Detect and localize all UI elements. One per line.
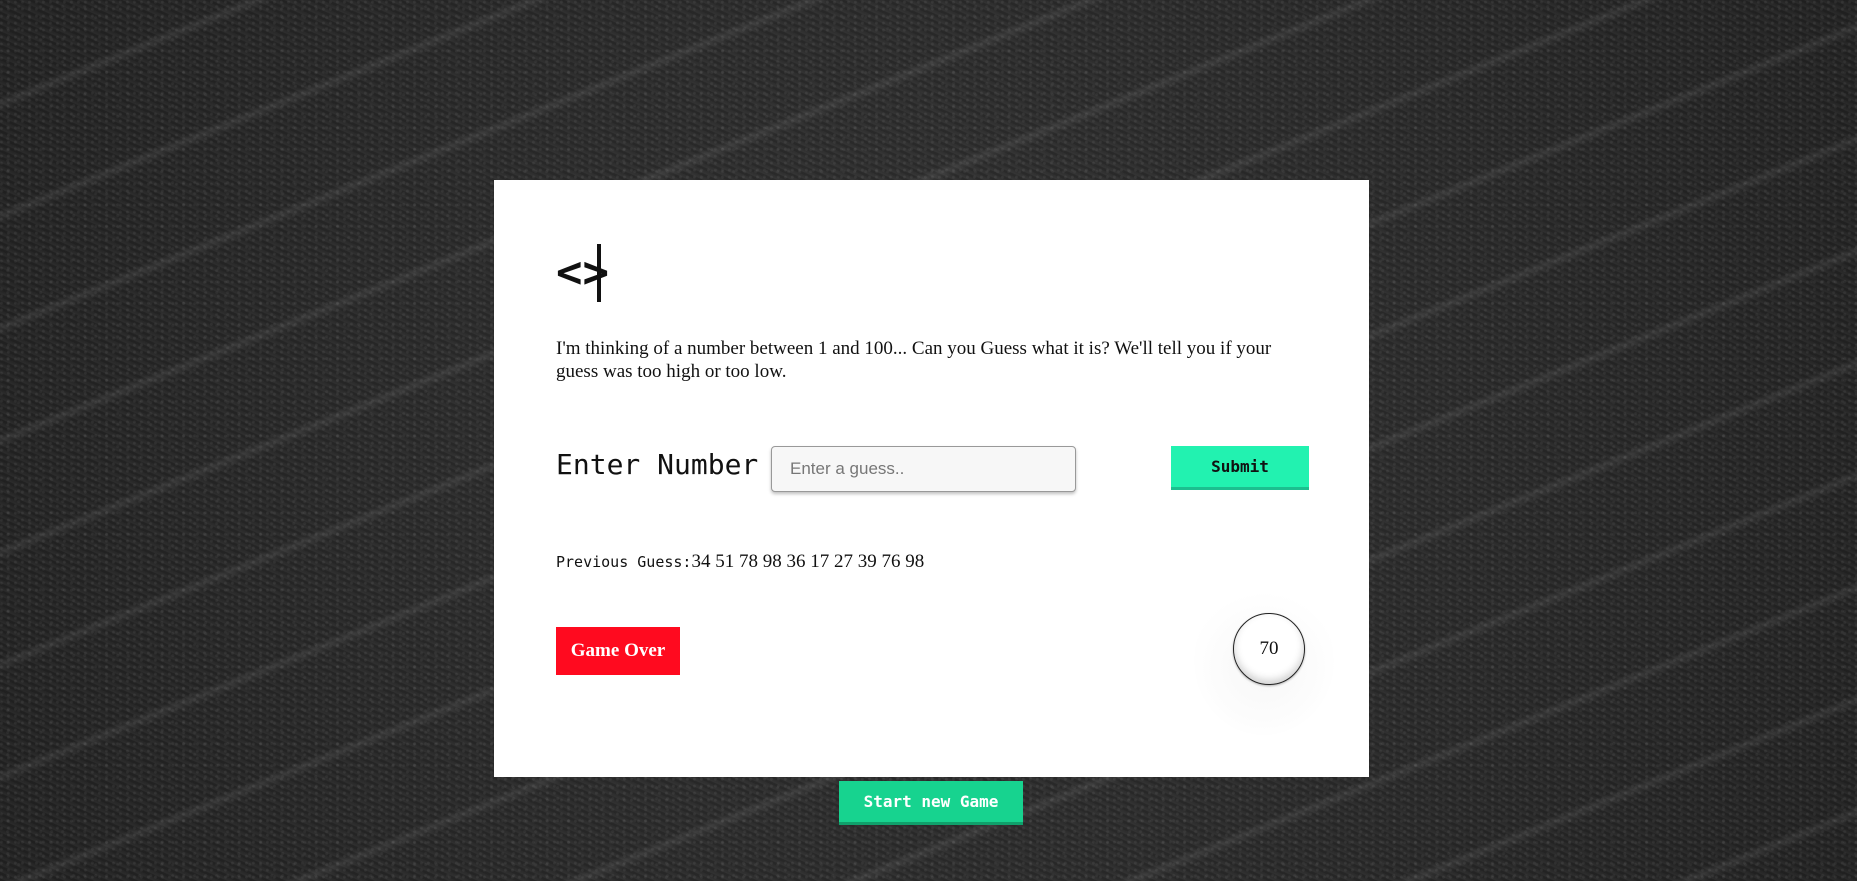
- game-over-badge: Game Over: [556, 627, 680, 675]
- guess-input[interactable]: [771, 446, 1076, 492]
- intro-text: I'm thinking of a number between 1 and 1…: [556, 338, 1272, 382]
- guess-label: Enter Number: [556, 448, 759, 481]
- remaining-counter: 70: [1233, 613, 1305, 685]
- game-card: <> I'm thinking of a number between 1 an…: [494, 180, 1369, 777]
- start-new-game-button[interactable]: Start new Game: [839, 781, 1023, 825]
- code-brackets-icon: <>: [556, 244, 609, 302]
- previous-guesses-label: Previous Guess:: [556, 553, 692, 571]
- text-cursor: [596, 244, 601, 302]
- logo-glyph: <>: [556, 247, 609, 298]
- submit-button[interactable]: Submit: [1171, 446, 1309, 490]
- previous-guesses: Previous Guess:34 51 78 98 36 17 27 39 7…: [556, 551, 924, 573]
- previous-guesses-values: 34 51 78 98 36 17 27 39 76 98: [691, 551, 925, 572]
- guess-form: Enter Number Submit: [556, 446, 1309, 494]
